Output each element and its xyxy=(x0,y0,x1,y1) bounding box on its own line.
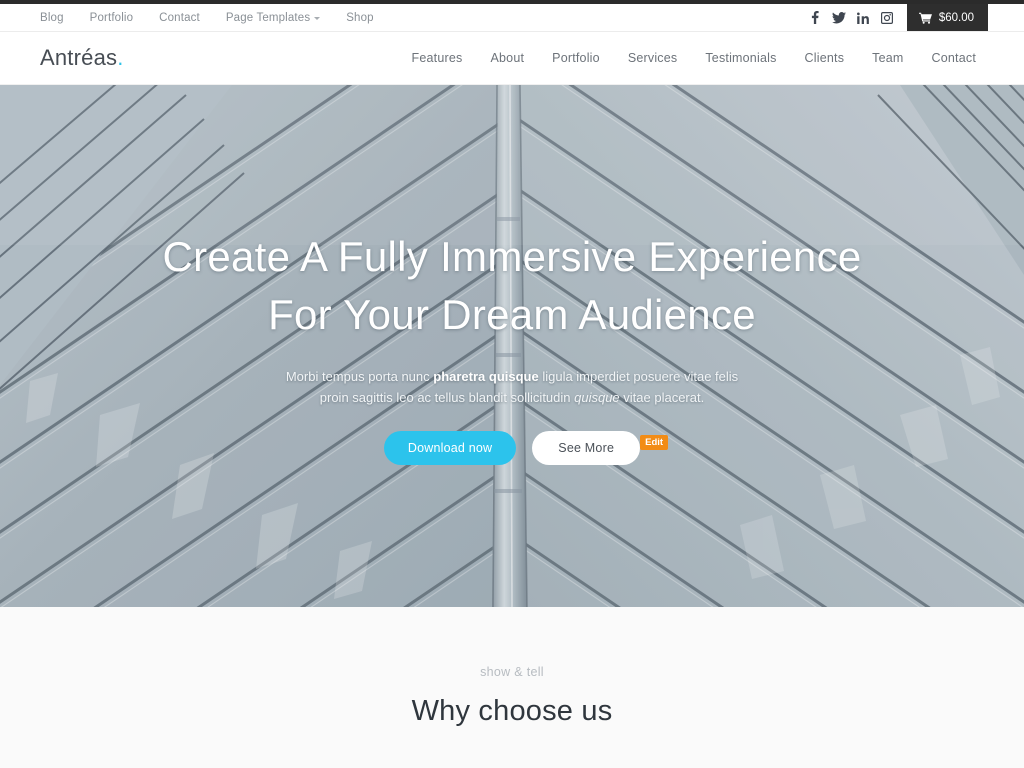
site-logo-dot: . xyxy=(117,45,124,70)
utility-link-portfolio[interactable]: Portfolio xyxy=(77,12,147,24)
see-more-button[interactable]: See More xyxy=(532,431,641,465)
site-logo[interactable]: Antréas. xyxy=(40,45,124,71)
cart-amount: $60.00 xyxy=(938,11,974,24)
download-now-button[interactable]: Download now xyxy=(383,431,517,465)
hero-section: Create A Fully Immersive Experience For … xyxy=(0,85,1024,607)
utility-link-contact-label: Contact xyxy=(159,11,200,24)
main-nav: Features About Portfolio Services Testim… xyxy=(398,51,990,65)
utility-bar: Blog Portfolio Contact Page Templates Sh… xyxy=(0,4,1024,32)
utility-link-portfolio-label: Portfolio xyxy=(89,11,134,24)
utility-link-page-templates[interactable]: Page Templates xyxy=(213,12,333,24)
section-title: Why choose us xyxy=(411,695,613,727)
utility-link-contact[interactable]: Contact xyxy=(146,12,213,24)
utility-link-shop-label: Shop xyxy=(346,11,374,24)
hero-title-line-1: Create A Fully Immersive Experience xyxy=(162,233,862,280)
hero-buttons: Download now See More Edit xyxy=(383,431,669,465)
shopping-cart-icon xyxy=(918,12,932,24)
utility-nav: Blog Portfolio Contact Page Templates Sh… xyxy=(40,12,387,24)
hero-subtitle-italic: quisque xyxy=(574,390,620,405)
nav-item-testimonials[interactable]: Testimonials xyxy=(691,51,790,65)
instagram-icon[interactable] xyxy=(875,4,899,32)
edit-badge[interactable]: Edit xyxy=(640,435,669,451)
nav-item-contact[interactable]: Contact xyxy=(918,51,990,65)
cart-button[interactable]: $60.00 xyxy=(906,4,988,31)
hero-content: Create A Fully Immersive Experience For … xyxy=(0,85,1024,607)
nav-item-team[interactable]: Team xyxy=(858,51,917,65)
facebook-icon[interactable] xyxy=(803,4,827,32)
linkedin-icon[interactable] xyxy=(851,4,875,32)
section-eyebrow: show & tell xyxy=(480,665,544,679)
utility-link-page-templates-label: Page Templates xyxy=(225,11,311,24)
nav-item-features[interactable]: Features xyxy=(398,51,477,65)
hero-subtitle-part-3: vitae placerat. xyxy=(619,390,705,405)
social-links xyxy=(803,4,907,31)
nav-item-services[interactable]: Services xyxy=(614,51,692,65)
hero-title: Create A Fully Immersive Experience For … xyxy=(162,228,861,344)
hero-subtitle-part-1: Morbi tempus porta nunc xyxy=(285,369,434,384)
nav-item-about[interactable]: About xyxy=(476,51,538,65)
utility-link-shop[interactable]: Shop xyxy=(333,12,386,24)
nav-item-portfolio[interactable]: Portfolio xyxy=(538,51,614,65)
chevron-down-icon xyxy=(314,17,321,20)
hero-title-line-2: For Your Dream Audience xyxy=(268,291,756,338)
why-choose-us-section: show & tell Why choose us xyxy=(0,607,1024,768)
utility-bar-right: $60.00 xyxy=(803,4,1024,31)
hero-subtitle-bold: pharetra quisque xyxy=(433,369,539,384)
hero-subtitle: Morbi tempus porta nunc pharetra quisque… xyxy=(282,366,742,408)
twitter-icon[interactable] xyxy=(827,4,851,32)
utility-link-blog-label: Blog xyxy=(40,11,64,24)
nav-item-clients[interactable]: Clients xyxy=(791,51,859,65)
site-header: Antréas. Features About Portfolio Servic… xyxy=(0,32,1024,85)
site-logo-text: Antréas xyxy=(40,45,118,70)
utility-link-blog[interactable]: Blog xyxy=(40,12,77,24)
